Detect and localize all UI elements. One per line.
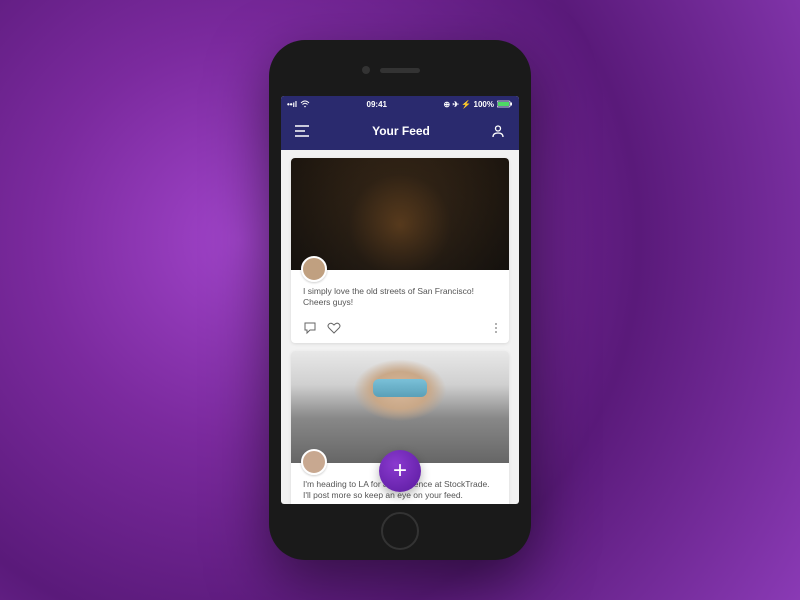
post-card[interactable]: I simply love the old streets of San Fra… [291, 158, 509, 343]
menu-icon[interactable] [295, 125, 311, 137]
home-button[interactable] [381, 512, 419, 550]
status-indicators: ⊕ ✈ ⚡ 100% [443, 100, 494, 109]
page-title: Your Feed [372, 124, 430, 138]
post-image[interactable] [291, 351, 509, 463]
phone-frame: ••ıl 09:41 ⊕ ✈ ⚡ 100% Your Feed [269, 40, 531, 560]
heart-icon[interactable] [327, 321, 341, 335]
wifi-icon [300, 100, 310, 108]
compose-fab[interactable]: + [379, 450, 421, 492]
post-image[interactable] [291, 158, 509, 270]
status-time: 09:41 [367, 100, 387, 109]
post-actions [291, 317, 509, 343]
phone-speaker [380, 68, 420, 73]
signal-indicator: ••ıl [287, 100, 297, 109]
nav-bar: Your Feed [281, 112, 519, 150]
avatar[interactable] [301, 256, 327, 282]
plus-icon: + [393, 457, 407, 485]
profile-icon[interactable] [491, 124, 505, 138]
post-text: I simply love the old streets of San Fra… [303, 286, 497, 309]
avatar[interactable] [301, 449, 327, 475]
phone-camera [362, 66, 370, 74]
comment-icon[interactable] [303, 321, 317, 335]
app-screen: ••ıl 09:41 ⊕ ✈ ⚡ 100% Your Feed [281, 96, 519, 504]
status-bar: ••ıl 09:41 ⊕ ✈ ⚡ 100% [281, 96, 519, 112]
battery-icon [497, 100, 513, 108]
more-icon[interactable] [495, 323, 497, 333]
